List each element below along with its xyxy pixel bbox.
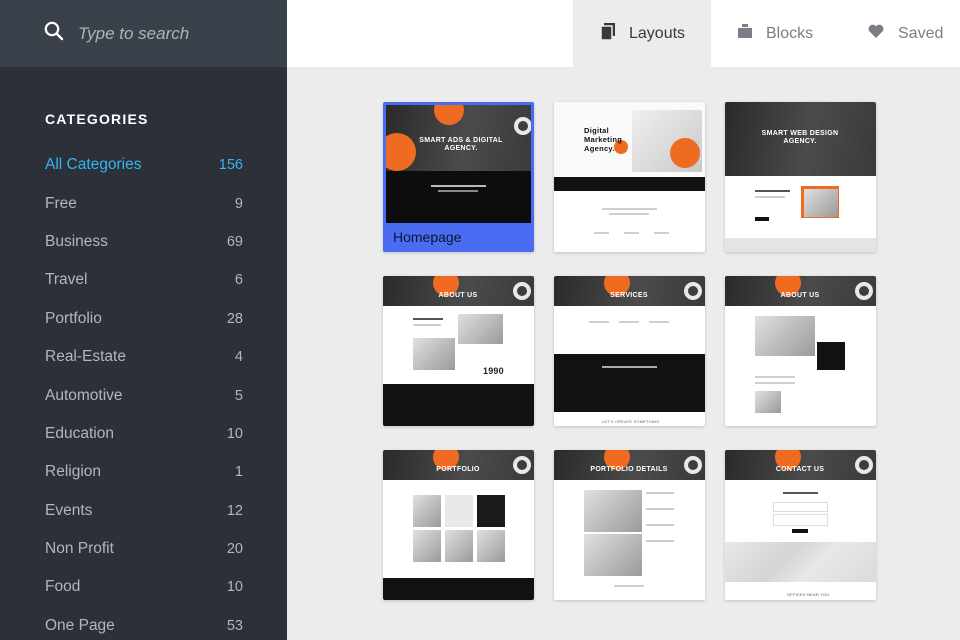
- category-label: Portfolio: [45, 309, 102, 327]
- template-card[interactable]: ABOUT US 1990: [383, 276, 534, 426]
- thumbnail-footer: OFFICES NEAR YOU: [787, 592, 830, 597]
- thumbnail-title: Digital Marketing Agency.: [584, 126, 623, 153]
- category-item-education[interactable]: Education 10: [45, 415, 243, 453]
- category-label: Religion: [45, 463, 102, 481]
- thumbnail-title: SERVICES: [610, 292, 648, 299]
- tab-layouts[interactable]: Layouts: [573, 0, 711, 67]
- template-card[interactable]: PORTFOLIO: [383, 450, 534, 600]
- category-count: 20: [226, 541, 243, 558]
- category-count: 5: [234, 387, 243, 404]
- template-card[interactable]: SERVICES LET'S CREATE SOMETHING: [554, 276, 705, 426]
- category-label: Non Profit: [45, 540, 114, 558]
- template-card[interactable]: CONTACT US OFFICES NEAR YOU: [725, 450, 876, 600]
- template-card[interactable]: ABOUT US: [725, 276, 876, 426]
- tab-label: Layouts: [629, 24, 686, 42]
- template-thumbnail: CONTACT US OFFICES NEAR YOU: [725, 450, 876, 600]
- template-thumbnail: SMART WEB DESIGN AGENCY.: [725, 102, 876, 252]
- search-icon[interactable]: [44, 21, 64, 46]
- category-item-portfolio[interactable]: Portfolio 28: [45, 300, 243, 338]
- thumbnail-title: PORTFOLIO: [436, 466, 480, 473]
- categories-heading: CATEGORIES: [45, 111, 149, 127]
- category-count: 10: [226, 425, 243, 442]
- pages-icon: [600, 22, 629, 45]
- category-label: Business: [45, 232, 108, 250]
- category-label: All Categories: [45, 156, 142, 174]
- top-tab-bar: Layouts Blocks Saved: [287, 0, 960, 67]
- template-thumbnail: SERVICES LET'S CREATE SOMETHING: [554, 276, 705, 426]
- thumbnail-title: SMART WEB DESIGN AGENCY.: [761, 130, 839, 145]
- category-list: All Categories 156 Free 9 Business 69 Trave…: [45, 146, 243, 640]
- tab-label: Saved: [898, 24, 944, 42]
- template-thumbnail: ABOUT US: [725, 276, 876, 426]
- category-item-business[interactable]: Business 69: [45, 223, 243, 261]
- category-label: Real-Estate: [45, 348, 126, 366]
- thumbnail-footer: LET'S CREATE SOMETHING: [602, 419, 660, 424]
- template-thumbnail: PORTFOLIO: [383, 450, 534, 600]
- template-card-homepage[interactable]: SMART ADS & DIGITAL AGENCY. Homepage: [383, 102, 534, 252]
- category-item-events[interactable]: Events 12: [45, 492, 243, 530]
- sidebar: CATEGORIES All Categories156 Free9 Busin…: [0, 0, 287, 640]
- tab-label: Blocks: [766, 24, 814, 42]
- category-item-automotive[interactable]: Automotive 5: [45, 376, 243, 414]
- category-item-real-estate[interactable]: Real-Estate 4: [45, 338, 243, 376]
- template-thumbnail: ABOUT US 1990: [383, 276, 534, 426]
- search-bar: [0, 0, 287, 67]
- category-count: 6: [234, 272, 243, 289]
- tab-blocks[interactable]: Blocks: [738, 0, 848, 67]
- category-item-free[interactable]: Free 9: [45, 184, 243, 222]
- category-count: 9: [234, 195, 243, 212]
- search-input[interactable]: [78, 23, 278, 44]
- category-item-one-page[interactable]: One Page 53: [45, 607, 243, 640]
- category-item-travel[interactable]: Travel 6: [45, 261, 243, 299]
- template-card[interactable]: PORTFOLIO DETAILS: [554, 450, 705, 600]
- template-thumbnail: SMART ADS & DIGITAL AGENCY.: [386, 105, 531, 223]
- thumbnail-title: CONTACT US: [775, 466, 825, 473]
- category-count: 156: [218, 157, 243, 174]
- blocks-icon: [738, 24, 766, 43]
- category-count: 12: [226, 502, 243, 519]
- category-label: Automotive: [45, 386, 123, 404]
- category-item-all[interactable]: All Categories 156: [45, 146, 243, 184]
- category-label: Events: [45, 501, 93, 519]
- template-name: Homepage: [393, 229, 462, 245]
- category-count: 1: [234, 464, 243, 481]
- category-count: 69: [226, 233, 243, 250]
- category-label: Food: [45, 578, 81, 596]
- tab-saved[interactable]: Saved: [868, 0, 960, 67]
- thumbnail-title: SMART ADS & DIGITAL AGENCY.: [419, 137, 503, 152]
- category-item-non-profit[interactable]: Non Profit 20: [45, 530, 243, 568]
- template-card[interactable]: Digital Marketing Agency.: [554, 102, 705, 252]
- template-card[interactable]: SMART WEB DESIGN AGENCY.: [725, 102, 876, 252]
- thumbnail-title: PORTFOLIO DETAILS: [590, 466, 668, 473]
- thumbnail-number: 1990: [483, 366, 504, 376]
- heart-icon: [868, 24, 898, 43]
- category-item-food[interactable]: Food 10: [45, 568, 243, 606]
- category-label: Education: [45, 424, 114, 442]
- category-count: 28: [226, 310, 243, 327]
- template-thumbnail: Digital Marketing Agency.: [554, 102, 705, 252]
- category-count: 4: [234, 349, 243, 366]
- category-count: 53: [226, 617, 243, 634]
- thumbnail-title: ABOUT US: [438, 292, 478, 299]
- category-label: Travel: [45, 271, 88, 289]
- category-count: 10: [226, 579, 243, 596]
- template-thumbnail: PORTFOLIO DETAILS: [554, 450, 705, 600]
- thumbnail-title: ABOUT US: [780, 292, 820, 299]
- category-item-religion[interactable]: Religion 1: [45, 453, 243, 491]
- category-label: One Page: [45, 616, 115, 634]
- category-label: Free: [45, 194, 77, 212]
